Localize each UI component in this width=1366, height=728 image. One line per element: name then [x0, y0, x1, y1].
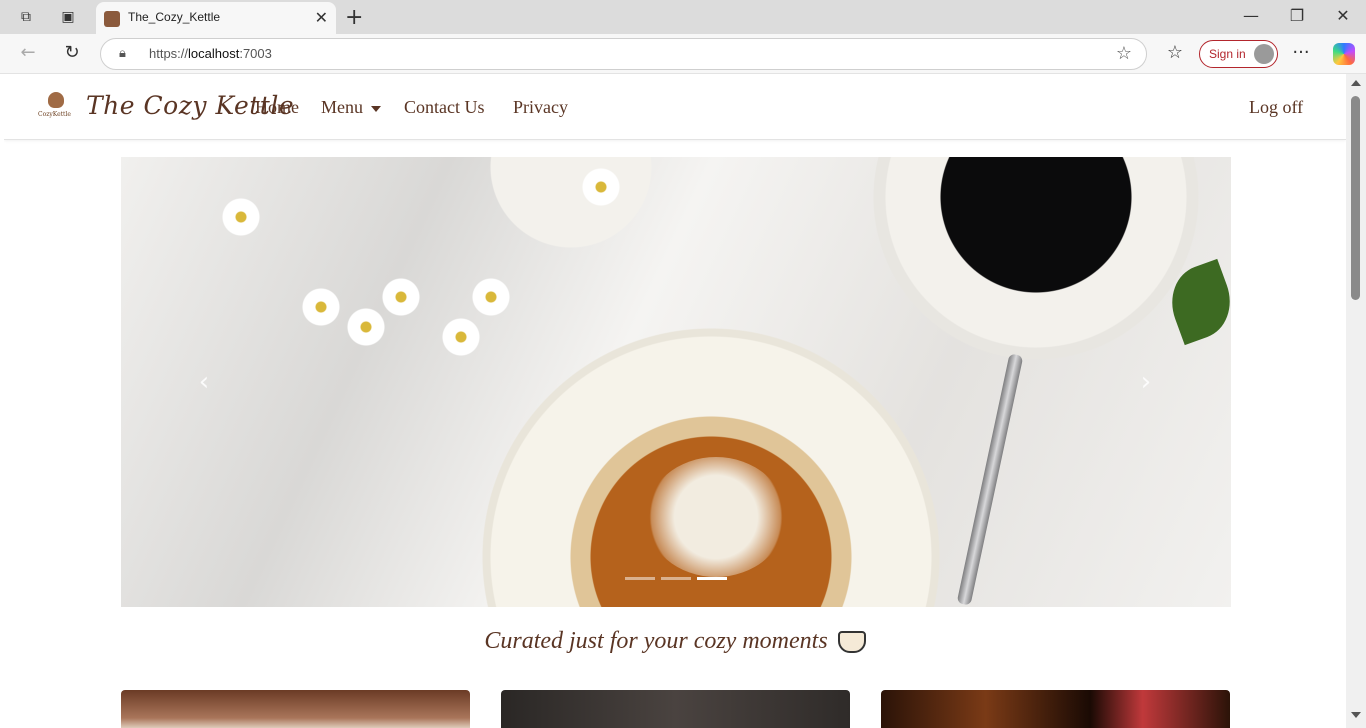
scroll-down-icon[interactable]: [1351, 712, 1361, 718]
logo-text: CozyKettle: [38, 111, 71, 118]
pancake-image-detail: [646, 457, 786, 577]
browser-tab[interactable]: The_Cozy_Kettle ✕: [96, 2, 336, 34]
copilot-icon[interactable]: [1333, 43, 1355, 65]
scroll-thumb[interactable]: [1351, 96, 1360, 300]
carousel-indicator-2[interactable]: [661, 577, 691, 580]
vertical-tabs-icon[interactable]: ▣: [59, 8, 77, 26]
avatar-icon: [1254, 44, 1274, 64]
nav-menu-dropdown[interactable]: Menu: [321, 97, 381, 118]
product-card-3[interactable]: [881, 690, 1230, 728]
new-tab-icon[interactable]: +: [345, 5, 363, 30]
product-card-1[interactable]: [121, 690, 470, 728]
tab-title: The_Cozy_Kettle: [128, 10, 221, 24]
carousel-indicator-1[interactable]: [625, 577, 655, 580]
browser-tab-bar: ⧉ ▣ The_Cozy_Kettle ✕ + — ❐ ✕: [0, 0, 1366, 34]
product-card-2[interactable]: [501, 690, 850, 728]
favorites-icon[interactable]: ☆: [1163, 42, 1187, 63]
site-logo[interactable]: CozyKettle: [36, 90, 74, 124]
browser-toolbar: ← ↻ 🔒︎ https://localhost:7003 ☆ ☆ Sign i…: [0, 34, 1366, 74]
restore-icon[interactable]: ❐: [1282, 6, 1312, 25]
close-window-icon[interactable]: ✕: [1328, 6, 1358, 25]
site-navbar: CozyKettle The Cozy Kettle Home Menu Con…: [4, 74, 1346, 140]
favicon-icon: [104, 11, 120, 27]
logoff-link[interactable]: Log off: [1249, 97, 1303, 118]
kettle-icon: [48, 92, 64, 108]
page-viewport: CozyKettle The Cozy Kettle Home Menu Con…: [4, 74, 1346, 728]
close-tab-icon[interactable]: ✕: [315, 8, 328, 27]
back-arrow-icon[interactable]: ←: [16, 42, 40, 63]
hero-carousel[interactable]: ‹ ›: [121, 157, 1231, 607]
nav-privacy[interactable]: Privacy: [513, 97, 568, 118]
more-options-icon[interactable]: ···: [1289, 42, 1313, 63]
carousel-indicator-3[interactable]: [697, 577, 727, 580]
lock-icon[interactable]: 🔒︎: [119, 46, 126, 61]
favorite-star-icon[interactable]: ☆: [1116, 43, 1132, 64]
scroll-up-icon[interactable]: [1351, 80, 1361, 86]
tagline: Curated just for your cozy moments: [4, 628, 1346, 655]
workspaces-icon[interactable]: ⧉: [17, 8, 35, 26]
nav-menu-label: Menu: [321, 97, 363, 117]
caret-down-icon: [371, 105, 381, 112]
leaf-image-detail: [1160, 258, 1231, 346]
carousel-next-icon[interactable]: ›: [1131, 367, 1161, 397]
nav-contact[interactable]: Contact Us: [404, 97, 485, 118]
sign-in-label: Sign in: [1209, 47, 1246, 61]
page-scrollbar[interactable]: [1346, 74, 1366, 728]
address-bar[interactable]: 🔒︎ https://localhost:7003 ☆: [100, 38, 1147, 70]
fork-image-detail: [956, 353, 1024, 606]
nav-home[interactable]: Home: [255, 97, 299, 118]
flowers-decoration: [221, 167, 621, 397]
reload-icon[interactable]: ↻: [60, 42, 84, 63]
url-text: https://localhost:7003: [149, 46, 272, 61]
minimize-icon[interactable]: —: [1236, 6, 1266, 25]
carousel-prev-icon[interactable]: ‹: [189, 367, 219, 397]
sign-in-button[interactable]: Sign in: [1199, 40, 1278, 68]
tea-cup-icon: [837, 631, 866, 654]
tagline-text: Curated just for your cozy moments: [484, 628, 828, 654]
